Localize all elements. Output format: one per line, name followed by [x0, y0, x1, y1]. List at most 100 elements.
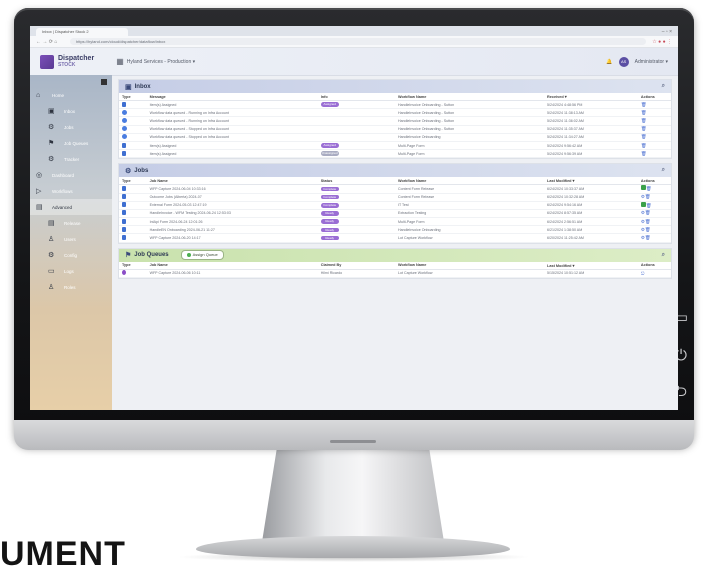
table-row[interactable]: Outcome Jobs (Alberta) 2024-07 Complete Co…: [119, 193, 671, 202]
column-header[interactable]: Message: [146, 93, 318, 101]
window-controls[interactable]: – ▫ ×: [662, 28, 678, 36]
sidebar-item-inbox[interactable]: ▣ Inbox: [30, 103, 112, 119]
sidebar-item-jobs[interactable]: ⚙ Jobs: [30, 119, 112, 135]
table-row[interactable]: Workflow data queued - Running on Infra …: [119, 116, 671, 126]
actions-cell: 🗑: [637, 201, 671, 210]
type-cell: [119, 125, 147, 134]
sidebar-item-advanced[interactable]: ▤ Advanced: [30, 199, 112, 215]
modified-cell: 6/24/2024 10:33:37 AM: [544, 184, 638, 194]
status-cell: Ready: [317, 217, 395, 227]
sidebar-item-logs[interactable]: ▭ Logs: [30, 263, 112, 279]
table-row[interactable]: HandleEN Onboarding 2024-06-21 11:27 Read…: [119, 225, 671, 235]
info-cell: Assigned: [317, 100, 395, 110]
table-row[interactable]: WFP Capture 2024-06-06 10:11 Hilmi Ricard…: [119, 269, 671, 278]
browser-tab[interactable]: Inbox | Dispatcher Stock 2: [36, 28, 128, 36]
delete-icon[interactable]: 🗑: [646, 203, 652, 208]
column-header[interactable]: Workflow Name: [394, 93, 545, 101]
table-row[interactable]: Item(s) Assigned Assigned HandleInvoice On…: [119, 100, 671, 110]
delete-icon[interactable]: 🗑: [645, 219, 651, 224]
collapse-sidebar-icon[interactable]: [101, 79, 107, 85]
extension-icons[interactable]: ☆ ● ● ⋮: [646, 39, 672, 45]
unclaim-icon[interactable]: ⎋: [641, 271, 645, 276]
column-header[interactable]: Last Modified ▾: [544, 177, 638, 186]
type-cell: [119, 116, 147, 126]
table-row[interactable]: WFP Capture 2024-06-04 10:33:16 Complete C…: [119, 184, 671, 194]
column-header[interactable]: Job Name: [146, 261, 318, 270]
workspace-selector[interactable]: Hyland Services - Production ▾: [127, 59, 195, 65]
table-row[interactable]: Workflow data queued - Stopped on Infra …: [119, 125, 671, 134]
type-cell: [119, 100, 147, 110]
avatar[interactable]: AS: [618, 56, 629, 67]
jobs-icon: ⚙: [125, 167, 132, 175]
sidebar-item-tracker[interactable]: ⚙ Tracker: [30, 151, 112, 167]
column-header[interactable]: Type: [119, 93, 147, 101]
column-header[interactable]: Last Modified ▾: [544, 261, 638, 270]
delete-icon[interactable]: 🗑: [645, 194, 651, 199]
type-cell: [119, 141, 147, 151]
sidebar-item-home[interactable]: ⌂ Home: [30, 87, 112, 103]
sidebar-item-config[interactable]: ⚙ Config: [30, 247, 112, 263]
sidebar-item-release[interactable]: ▤ Release: [30, 215, 112, 231]
received-cell: 5/24/2024 9:56:42 AM: [544, 141, 638, 151]
table-row[interactable]: HandleInvoice - WFM Testing 2024-06-24 1…: [119, 209, 671, 219]
delete-icon[interactable]: 🗑: [641, 118, 647, 123]
column-header[interactable]: Type: [119, 177, 147, 186]
delete-icon[interactable]: 🗑: [645, 235, 651, 240]
delete-icon[interactable]: 🗑: [641, 134, 647, 139]
table-row[interactable]: IntApi Form 2024-06-24 12:01:26 Ready Mult…: [119, 217, 671, 227]
table-row[interactable]: Workflow data queued - Stopped on Infra …: [119, 133, 671, 142]
column-header[interactable]: Type: [119, 261, 147, 270]
table-row[interactable]: WFP Capture 2024-06-20 14:17 Ready Lot Cap…: [119, 233, 671, 243]
column-header[interactable]: Status: [317, 177, 395, 186]
workflow-cell: HandleInvoice Onboarding - Sutton: [394, 116, 545, 126]
column-header[interactable]: Claimed By: [317, 261, 395, 270]
column-header[interactable]: Received ▾: [544, 93, 638, 101]
workflow-cell: Multi-Page Form: [394, 149, 545, 159]
sidebar-item-workflows[interactable]: ▷ Workflows: [30, 183, 112, 199]
column-header[interactable]: Workflow Name: [394, 261, 545, 270]
column-header[interactable]: Actions: [637, 261, 671, 270]
delete-icon[interactable]: 🗑: [645, 227, 651, 232]
column-header[interactable]: Info: [317, 93, 395, 101]
actions-cell: 🗑: [637, 141, 671, 151]
modified-cell: 6/24/2024 9:54:16 AM: [544, 201, 638, 210]
assign-queue-button[interactable]: Assign Queue: [180, 250, 224, 261]
table-row[interactable]: Item(s) Assigned Assigned Multi-Page Form 5…: [119, 141, 671, 151]
jobs-header: ⚙ Jobs ⌕: [119, 164, 671, 178]
sidebar-item-roles[interactable]: ♙ Roles: [30, 279, 112, 295]
delete-icon[interactable]: 🗑: [641, 126, 647, 131]
actions-cell: ⎋: [637, 269, 671, 278]
sidebar-item-users[interactable]: ♙ Users: [30, 231, 112, 247]
sidebar-item-label: Job Queues: [64, 140, 89, 146]
job-name-cell: WFP Capture 2024-06-04 10:33:16: [146, 184, 318, 194]
search-icon[interactable]: ⌕: [662, 167, 665, 174]
delete-icon[interactable]: 🗑: [641, 110, 647, 115]
logo-icon: [40, 54, 54, 69]
table-row[interactable]: Workflow data queued - Running on Infra …: [119, 108, 671, 118]
sidebar-item-job-queues[interactable]: ⚑ Job Queues: [30, 135, 112, 151]
delete-icon[interactable]: 🗑: [641, 143, 647, 148]
table-row[interactable]: External Form 2024-05-03 12:47:19 Complet…: [119, 201, 671, 210]
search-icon[interactable]: ⌕: [662, 83, 665, 90]
column-header[interactable]: Actions: [637, 177, 671, 186]
workflow-cell: Content Form Release: [394, 193, 545, 202]
column-header[interactable]: Job Name: [146, 177, 318, 186]
type-cell: [119, 233, 147, 243]
search-icon[interactable]: ⌕: [662, 252, 665, 259]
column-header[interactable]: Actions: [637, 93, 671, 101]
address-bar[interactable]: https://hyland.com/cloud/dispatcher/data…: [70, 38, 647, 45]
sidebar-item-dashboard[interactable]: ◎ Dashboard: [30, 167, 112, 183]
delete-icon[interactable]: 🗑: [645, 210, 651, 215]
notification-icon[interactable]: 🔔: [606, 59, 612, 65]
delete-icon[interactable]: 🗑: [641, 151, 647, 156]
user-menu[interactable]: Administrator ▾: [635, 59, 668, 65]
message-cell: Workflow data queued - Running on Infra …: [146, 108, 318, 118]
column-header[interactable]: Workflow Name: [394, 177, 545, 186]
delete-icon[interactable]: 🗑: [641, 102, 647, 107]
browser-nav-icons[interactable]: ← → ⟳ ⌂: [36, 39, 70, 45]
table-row[interactable]: Item(s) Assigned Unassigned Multi-Page For…: [119, 149, 671, 159]
queue-item-icon: [122, 270, 126, 276]
main-content: ▣ Inbox ⌕ Type Message Info Workflow Name Re…: [112, 75, 678, 410]
message-cell: Workflow data queued - Running on Infra …: [146, 116, 318, 126]
delete-icon[interactable]: 🗑: [646, 186, 652, 191]
